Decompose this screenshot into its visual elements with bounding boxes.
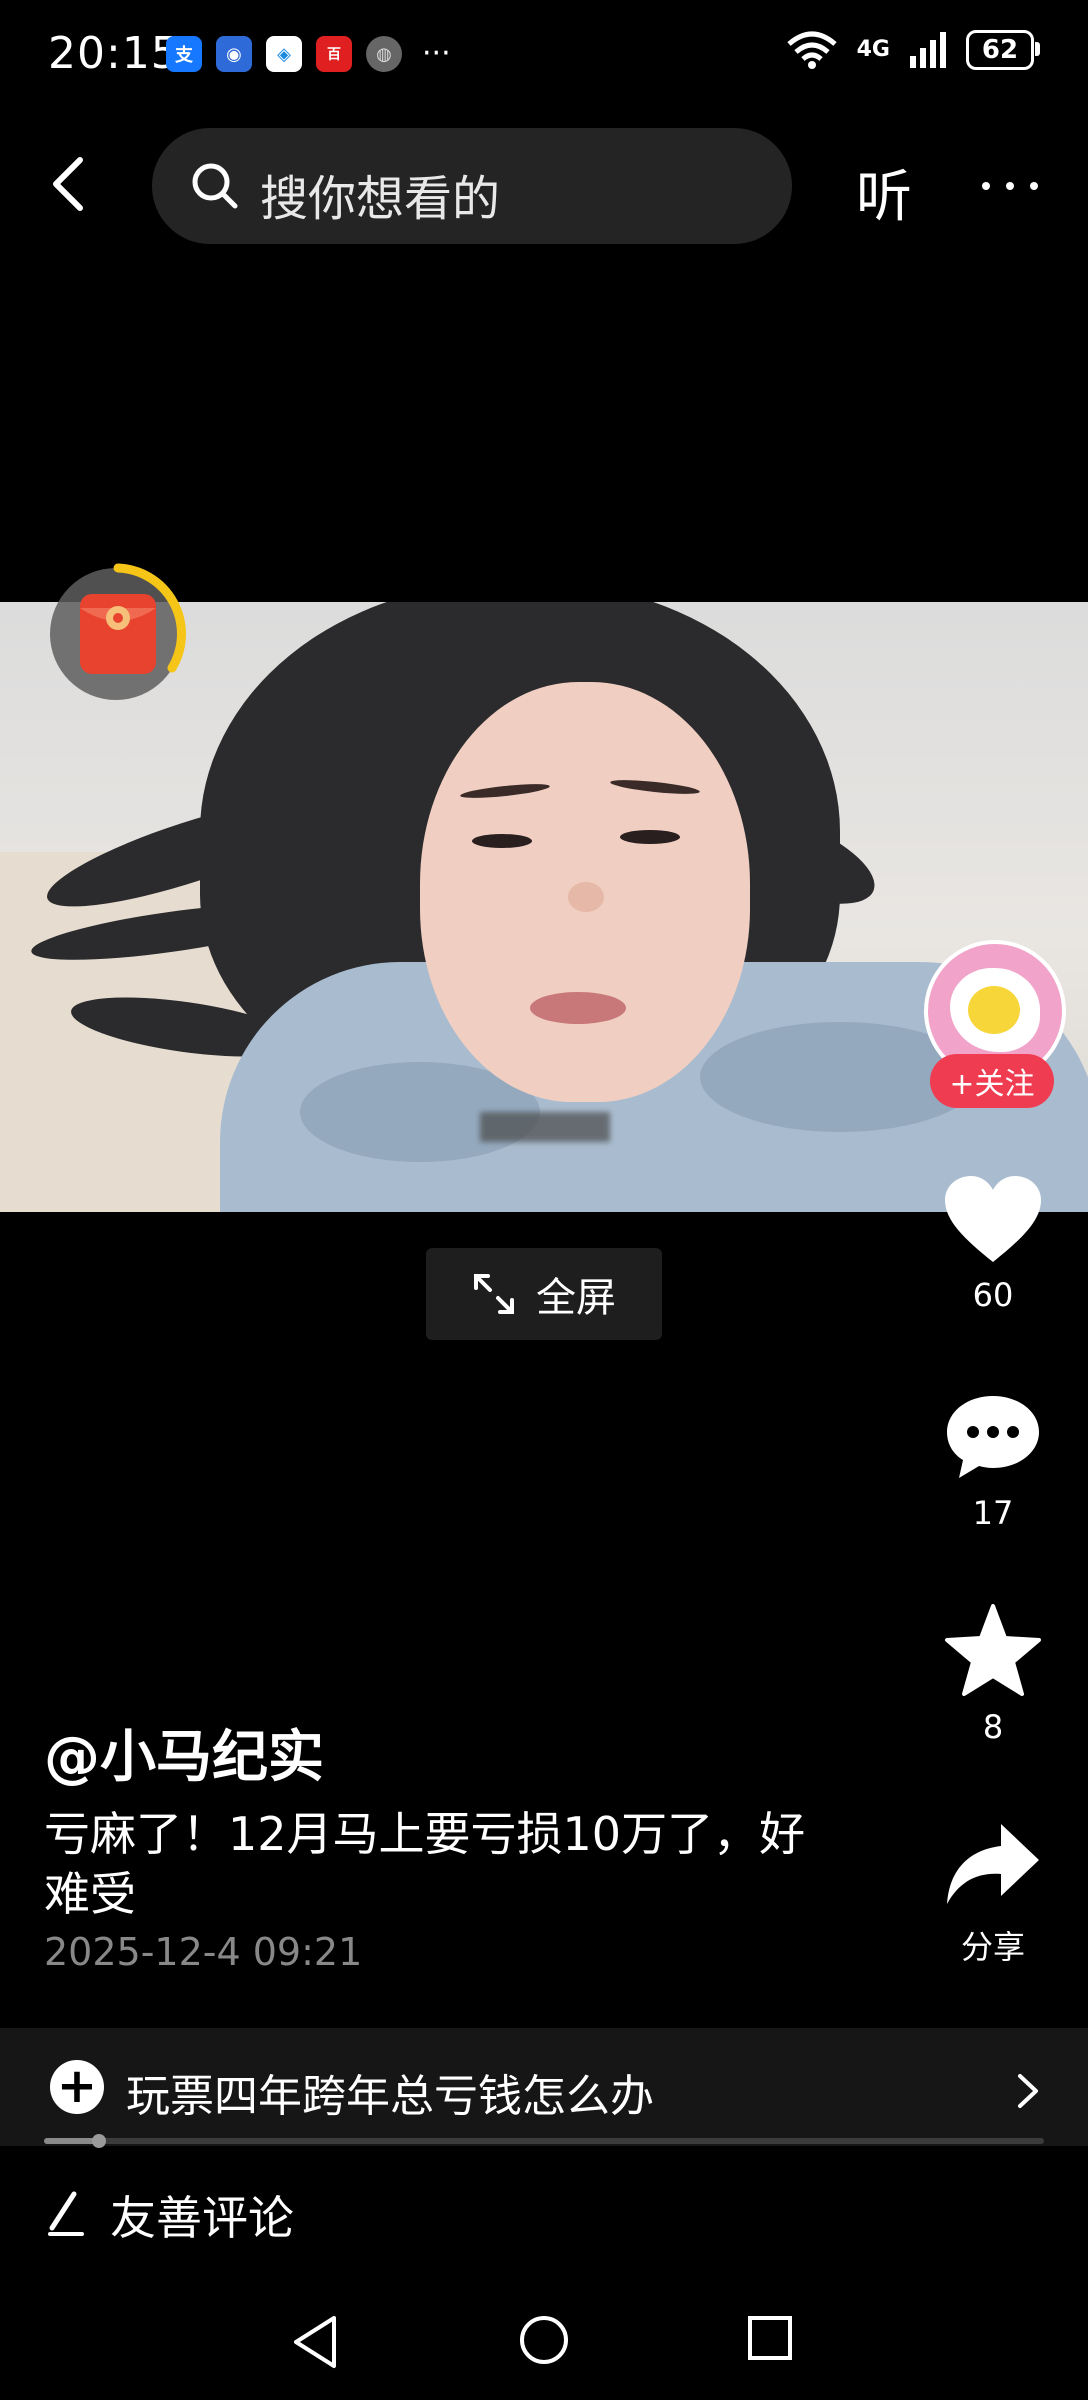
battery-indicator: 62	[966, 30, 1040, 70]
favorite-button[interactable]: 8	[930, 1604, 1056, 1746]
comment-placeholder: 友善评论	[110, 2191, 294, 2245]
status-right: 4G 62	[785, 30, 1040, 70]
fullscreen-label: 全屏	[536, 1275, 616, 1321]
nav-back-icon[interactable]	[290, 2314, 340, 2370]
back-icon[interactable]	[40, 154, 100, 214]
blurred-watermark	[480, 1112, 610, 1142]
safari-like-icon: ◈	[266, 36, 302, 72]
network-type: 4G	[856, 37, 890, 62]
post-timestamp: 2025-12-4 09:21	[44, 1930, 363, 1974]
fullscreen-icon	[474, 1274, 514, 1314]
nav-home-icon[interactable]	[518, 2314, 570, 2366]
status-bar: 20:15 支 ◉ ◈ 百 ◍ ··· 4G 62	[0, 0, 1088, 110]
share-icon	[947, 1824, 1039, 1904]
fullscreen-button[interactable]: 全屏	[426, 1248, 662, 1340]
heart-icon	[945, 1176, 1041, 1262]
signal-icon	[910, 32, 946, 68]
notification-icons: 支 ◉ ◈ 百 ◍ ···	[166, 36, 451, 72]
comment-input-bar[interactable]: 友善评论	[0, 2160, 1088, 2260]
search-input[interactable]: 搜你想看的	[152, 128, 792, 244]
brow	[459, 781, 551, 801]
star-icon	[945, 1604, 1041, 1696]
more-notifications-icon: ···	[422, 36, 451, 71]
app-blue-icon: ◉	[216, 36, 252, 72]
follow-button[interactable]: +关注	[930, 1054, 1054, 1108]
more-options-icon[interactable]	[982, 182, 1038, 190]
alipay-icon: 支	[166, 36, 202, 72]
search-icon	[192, 163, 238, 209]
comment-icon	[947, 1396, 1039, 1478]
progress-knob[interactable]	[92, 2134, 106, 2148]
eye	[472, 834, 532, 848]
related-topic-text: 玩票四年跨年总亏钱怎么办	[126, 2071, 654, 2122]
chevron-right-icon	[1018, 2074, 1038, 2108]
baidu-news-icon: 百	[316, 36, 352, 72]
plus-icon: +	[50, 2060, 104, 2114]
like-button[interactable]: 60	[930, 1176, 1056, 1314]
avatar-notif-icon: ◍	[366, 36, 402, 72]
system-nav-bar	[0, 2290, 1088, 2400]
brow	[609, 777, 701, 797]
nose	[568, 882, 604, 912]
mouth	[530, 992, 626, 1024]
egg-yolk	[968, 986, 1020, 1034]
video-progress-bar[interactable]	[44, 2134, 1044, 2148]
nav-recents-icon[interactable]	[746, 2314, 794, 2362]
share-label: 分享	[960, 1928, 1025, 1966]
related-topic-row[interactable]: + 玩票四年跨年总亏钱怎么办	[0, 2028, 1088, 2146]
pen-icon	[48, 2191, 84, 2236]
eye	[620, 830, 680, 844]
top-bar: 搜你想看的 听	[0, 126, 1088, 246]
search-placeholder: 搜你想看的	[260, 171, 501, 227]
comment-count: 17	[972, 1494, 1014, 1532]
author-name[interactable]: @小马纪实	[44, 1712, 324, 1793]
red-packet-timer-icon[interactable]	[46, 560, 196, 710]
progress-fill	[44, 2138, 99, 2144]
like-count: 60	[972, 1276, 1014, 1314]
video-face	[420, 682, 750, 1102]
listen-button[interactable]: 听	[856, 152, 912, 233]
favorite-count: 8	[982, 1708, 1004, 1746]
status-time: 20:15	[48, 28, 180, 79]
share-button[interactable]: 分享	[930, 1820, 1056, 1968]
comment-button[interactable]: 17	[930, 1392, 1056, 1532]
post-description: 亏麻了！12月马上要亏损10万了，好难受	[44, 1807, 806, 1921]
wifi-icon	[786, 31, 837, 69]
